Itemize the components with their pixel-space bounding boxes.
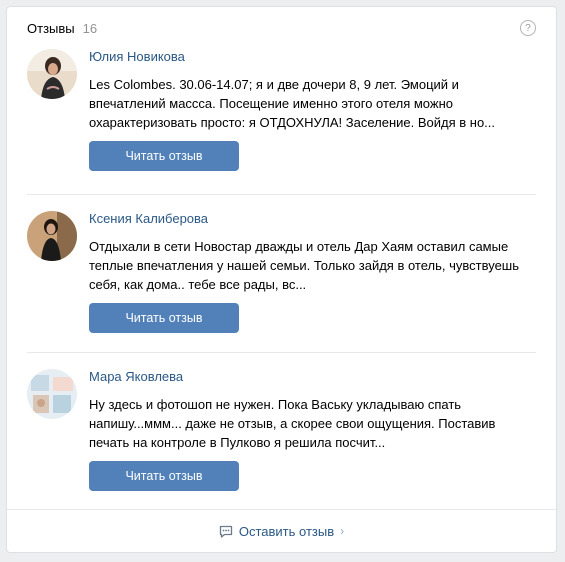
review-author[interactable]: Мара Яковлева — [89, 369, 183, 385]
leave-review-link[interactable]: Оставить отзыв › — [219, 524, 344, 539]
reviews-card: Отзывы 16 ? Юлия Новикова Les Colombes. … — [6, 6, 557, 553]
review-text: Отдыхали в сети Новостар дважды и отель … — [89, 239, 520, 292]
review-body: Мара Яковлева Ну здесь и фотошоп не нуже… — [89, 369, 536, 491]
reviews-count: 16 — [82, 20, 98, 36]
read-review-button[interactable]: Читать отзыв — [89, 303, 239, 333]
question-icon[interactable]: ? — [520, 20, 536, 36]
review-item: Мара Яковлева Ну здесь и фотошоп не нуже… — [7, 353, 556, 511]
comment-icon — [219, 525, 233, 538]
review-author[interactable]: Ксения Калиберова — [89, 211, 208, 227]
reviews-title: Отзывы — [27, 20, 75, 36]
avatar[interactable] — [27, 211, 77, 261]
avatar[interactable] — [27, 369, 77, 419]
read-review-button[interactable]: Читать отзыв — [89, 141, 239, 171]
reviews-header: Отзывы 16 ? — [7, 7, 556, 49]
review-text: Ну здесь и фотошоп не нужен. Пока Ваську… — [89, 397, 496, 450]
review-body: Ксения Калиберова Отдыхали в сети Новост… — [89, 211, 536, 333]
chevron-right-icon: › — [340, 524, 345, 538]
read-review-button[interactable]: Читать отзыв — [89, 461, 239, 491]
avatar[interactable] — [27, 49, 77, 99]
review-item: Ксения Калиберова Отдыхали в сети Новост… — [7, 195, 556, 353]
leave-review-label: Оставить отзыв — [238, 523, 335, 539]
review-body: Юлия Новикова Les Colombes. 30.06-14.07;… — [89, 49, 536, 171]
reviews-footer: Оставить отзыв › — [7, 509, 556, 552]
review-author[interactable]: Юлия Новикова — [89, 49, 185, 65]
review-item: Юлия Новикова Les Colombes. 30.06-14.07;… — [7, 49, 556, 195]
review-text: Les Colombes. 30.06-14.07; я и две дочер… — [89, 77, 496, 130]
